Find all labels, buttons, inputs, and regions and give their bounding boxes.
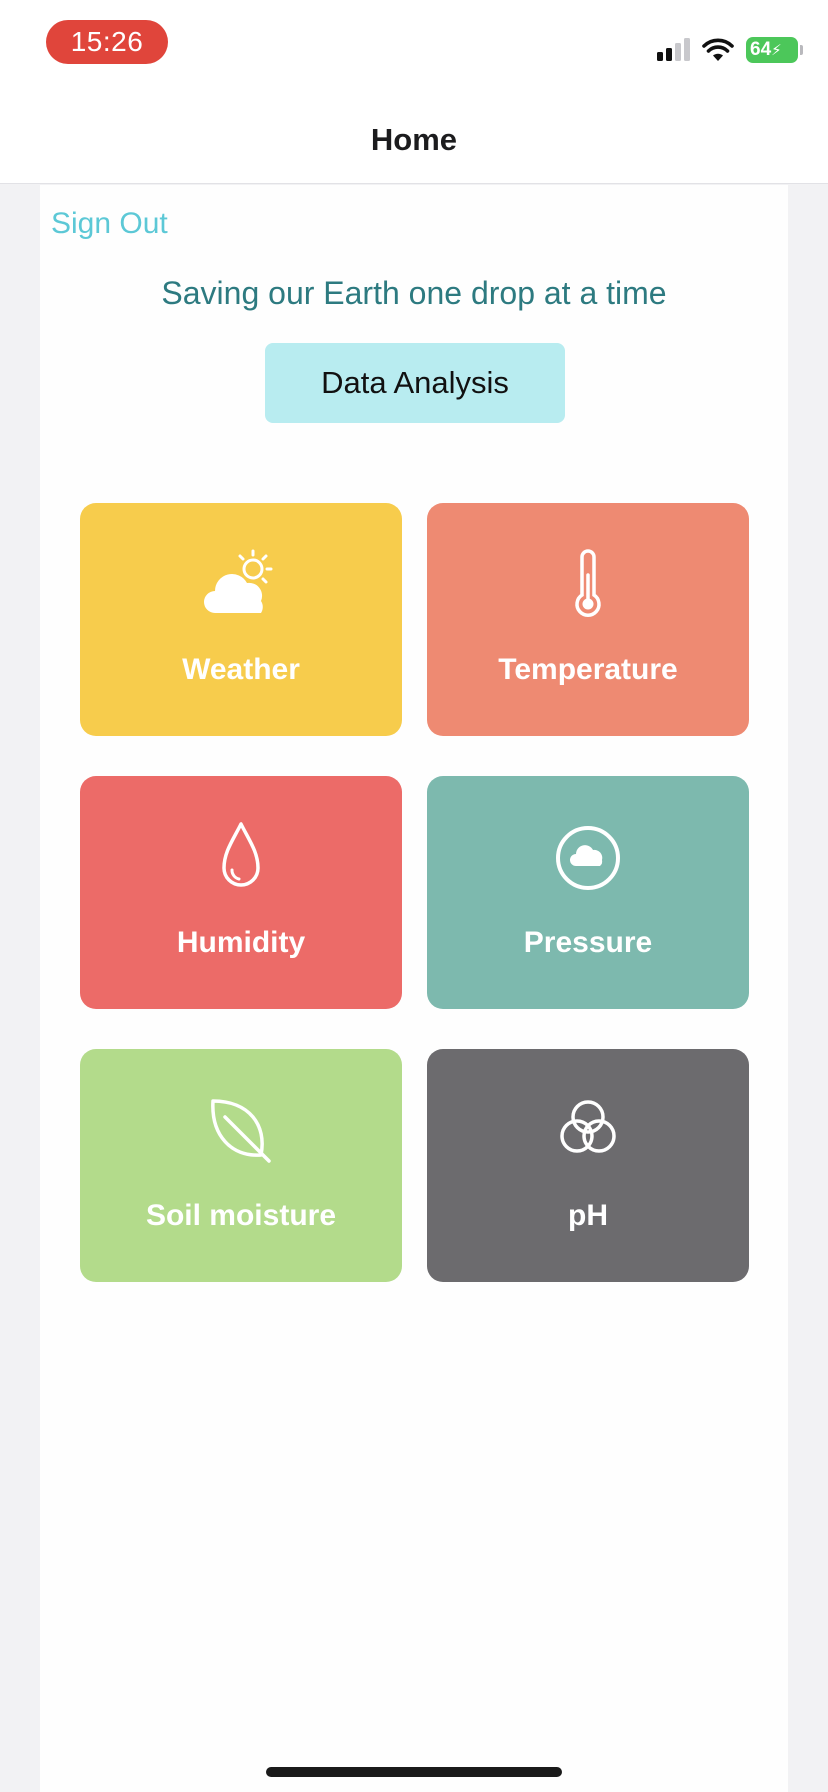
tile-soil-moisture[interactable]: Soil moisture [80, 1049, 402, 1282]
partly-sunny-icon [204, 549, 273, 613]
status-time: 15:26 [46, 20, 168, 64]
tile-temperature[interactable]: Temperature [427, 503, 749, 736]
thermometer-icon [575, 549, 601, 617]
sign-out-link[interactable]: Sign Out [51, 207, 168, 241]
tile-label: Pressure [523, 926, 653, 959]
page-title: Home [370, 122, 458, 157]
wifi-icon [702, 38, 734, 61]
tile-label: Soil moisture [145, 1199, 337, 1232]
three-circles-icon [560, 1100, 616, 1153]
tagline: Saving our Earth one drop at a time [161, 275, 667, 311]
leaf-icon [211, 1099, 271, 1163]
home-content: Sign Out Saving our Earth one drop at a … [40, 185, 788, 1792]
data-analysis-button[interactable]: Data Analysis [265, 343, 565, 423]
battery-charging-icon: 64⚡ [746, 37, 803, 63]
cellular-signal-icon [657, 38, 690, 61]
tile-ph[interactable]: pH [427, 1049, 749, 1282]
cloud-circle-icon [556, 826, 620, 890]
tile-label: Temperature [498, 653, 678, 686]
home-indicator[interactable] [266, 1767, 562, 1777]
tile-label: Humidity [176, 926, 306, 959]
tile-label: pH [568, 1199, 608, 1232]
tile-weather[interactable]: Weather [80, 503, 402, 736]
tile-label: Weather [182, 653, 300, 686]
top-bar: 15:26 64⚡ Home [0, 0, 828, 184]
status-icons: 64⚡ [656, 34, 803, 66]
tile-humidity[interactable]: Humidity [80, 776, 402, 1009]
tile-pressure[interactable]: Pressure [427, 776, 749, 1009]
water-drop-icon [222, 822, 260, 887]
battery-level: 64 [750, 39, 772, 60]
